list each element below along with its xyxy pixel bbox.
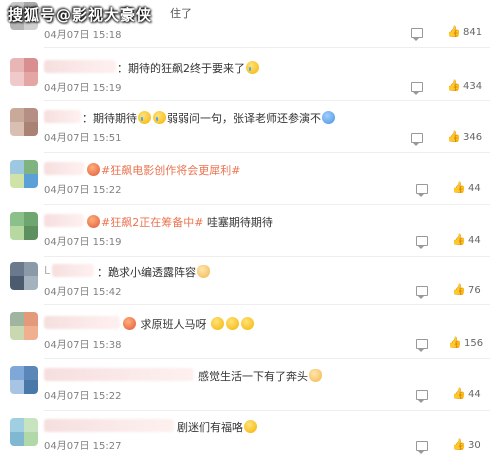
reply-icon[interactable] [411, 28, 423, 41]
comment-text: 感觉生活一下有了奔头 [198, 368, 323, 384]
reply-icon[interactable] [416, 286, 428, 299]
like-count: 44 [468, 183, 481, 194]
praying-emoji-icon [226, 317, 239, 330]
avatar[interactable] [10, 58, 38, 86]
username[interactable] [44, 162, 84, 175]
avatar[interactable] [10, 366, 38, 394]
hashtag-link[interactable]: #狂飙电影创作将会更犀利# [101, 164, 240, 177]
like-count: 44 [468, 389, 481, 400]
divider [44, 152, 490, 153]
comment-date: 04月07日 15:18 [44, 30, 122, 41]
user-badge-icon [87, 215, 100, 228]
username[interactable] [44, 316, 120, 329]
like-icon[interactable]: 👍 [447, 26, 461, 37]
sohu-watermark: 搜狐号@影视大豪侠 [8, 6, 153, 24]
like-count: 346 [463, 132, 483, 143]
username[interactable] [52, 264, 94, 277]
like-count: 434 [463, 81, 483, 92]
comment-text: 求原班人马呀 [122, 316, 255, 332]
divider [44, 256, 490, 257]
divider [44, 47, 490, 48]
like-icon[interactable]: 👍 [448, 337, 462, 348]
reply-icon[interactable] [416, 339, 428, 352]
comment-date: 04月07日 15:19 [44, 83, 122, 94]
comment-text: ：跪求小编透露阵容 [97, 264, 211, 280]
comment-item: #狂飙2正在筹备中# 哇塞期待期待 04月07日 15:19 👍 44 [0, 208, 500, 260]
reply-icon[interactable] [411, 82, 423, 95]
reply-icon[interactable] [416, 236, 428, 249]
crying-emoji-icon [246, 61, 259, 74]
comment-date: 04月07日 15:19 [44, 237, 122, 248]
divider [44, 410, 490, 411]
comment-item: 感觉生活一下有了奔头 04月07日 15:22 👍 44 [0, 362, 500, 414]
crying-emoji-icon [153, 111, 166, 124]
comment-date: 04月07日 15:22 [44, 185, 122, 196]
reply-icon[interactable] [416, 390, 428, 403]
comment-text: 剧迷们有福咯 [177, 419, 258, 435]
comment-text: #狂飙电影创作将会更犀利# [86, 162, 240, 178]
comment-text: ：期待期待 弱弱问一句，张译老师还参演不 [82, 110, 336, 126]
comment-date: 04月07日 15:38 [44, 340, 122, 351]
like-count: 30 [468, 440, 481, 451]
like-icon[interactable]: 👍 [452, 388, 466, 399]
comment-date: 04月07日 15:22 [44, 391, 122, 402]
cat-emoji-icon [197, 265, 210, 278]
username[interactable] [44, 60, 116, 73]
like-icon[interactable]: 👍 [447, 131, 461, 142]
like-icon[interactable]: 👍 [452, 234, 466, 245]
avatar[interactable] [10, 262, 38, 290]
like-icon[interactable]: 👍 [447, 80, 461, 91]
praying-emoji-icon [241, 317, 254, 330]
avatar[interactable] [10, 160, 38, 188]
username[interactable] [44, 419, 174, 432]
like-count: 841 [463, 27, 483, 38]
avatar[interactable] [10, 312, 38, 340]
comment-item: ：期待的狂飙2终于要来了 04月07日 15:19 👍 434 [0, 52, 500, 104]
comment-item: ：期待期待 弱弱问一句，张译老师还参演不 04月07日 15:51 👍 346 [0, 104, 500, 156]
like-count: 44 [468, 235, 481, 246]
user-badge-icon [123, 317, 136, 330]
crying-emoji-icon [138, 111, 151, 124]
like-icon[interactable]: 👍 [452, 439, 466, 450]
laughing-emoji-icon [244, 420, 257, 433]
like-count: 76 [468, 285, 481, 296]
avatar[interactable] [10, 418, 38, 446]
reply-icon[interactable] [416, 184, 428, 197]
comment-item: 求原班人马呀 04月07日 15:38 👍 156 [0, 308, 500, 360]
comment-item: 剧迷们有福咯 04月07日 15:27 👍 30 [0, 414, 500, 465]
cat-emoji-icon [309, 369, 322, 382]
reply-icon[interactable] [411, 133, 423, 146]
comment-text: ：期待的狂飙2终于要来了 [117, 60, 260, 76]
divider [44, 304, 490, 305]
comment-date: 04月07日 15:27 [44, 441, 122, 452]
avatar[interactable] [10, 108, 38, 136]
comment-date: 04月07日 15:51 [44, 133, 122, 144]
divider [44, 358, 490, 359]
user-badge-icon [87, 163, 100, 176]
username[interactable] [44, 214, 84, 227]
username-initial[interactable]: L [44, 264, 50, 277]
like-count: 156 [464, 338, 484, 349]
comment-text: #狂飙2正在筹备中# 哇塞期待期待 [86, 214, 273, 230]
sad-face-emoji-icon [322, 111, 335, 124]
like-icon[interactable]: 👍 [452, 284, 466, 295]
reply-icon[interactable] [416, 441, 428, 454]
username[interactable] [44, 368, 194, 381]
username[interactable] [44, 110, 81, 123]
comment-item: #狂飙电影创作将会更犀利# 04月07日 15:22 👍 44 [0, 156, 500, 208]
comment-date: 04月07日 15:42 [44, 287, 122, 298]
like-icon[interactable]: 👍 [452, 182, 466, 193]
praying-emoji-icon [211, 317, 224, 330]
avatar[interactable] [10, 212, 38, 240]
comment-text: 住了 [170, 7, 192, 20]
hashtag-link[interactable]: #狂飙2正在筹备中# [101, 216, 203, 229]
divider [44, 204, 490, 205]
divider [44, 100, 490, 101]
